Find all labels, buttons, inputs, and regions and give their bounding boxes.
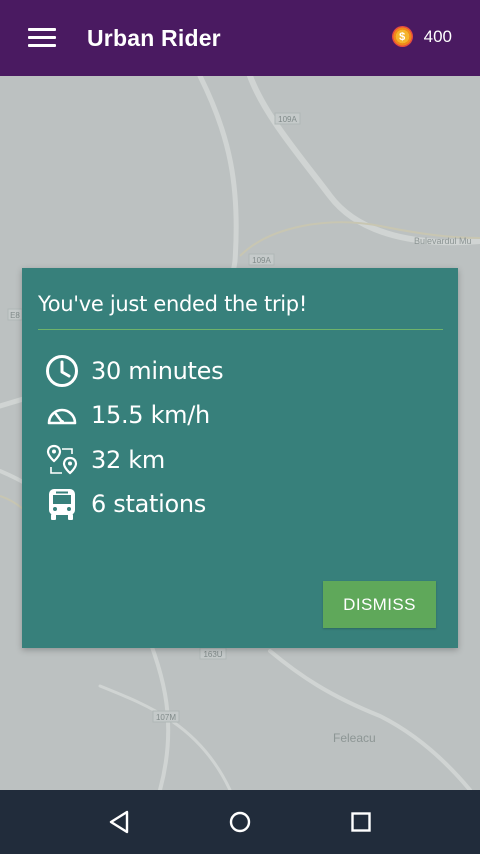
- divider: [38, 329, 443, 330]
- bus-icon: [44, 486, 80, 522]
- system-nav-bar: [0, 790, 480, 854]
- stat-distance: 32 km: [44, 440, 165, 480]
- trip-ended-dialog: You've just ended the trip! 30 minutes 1…: [22, 268, 458, 648]
- recents-icon[interactable]: [341, 802, 381, 842]
- stat-value: 30 minutes: [91, 357, 224, 385]
- stat-value: 6 stations: [91, 490, 206, 518]
- route-pins-icon: [44, 442, 80, 478]
- home-icon[interactable]: [220, 802, 260, 842]
- dialog-title: You've just ended the trip!: [38, 292, 307, 316]
- clock-icon: [44, 353, 80, 389]
- app-bar: Urban Rider $ 400: [0, 0, 480, 76]
- dismiss-button[interactable]: DISMISS: [323, 581, 436, 628]
- coin-icon: $: [391, 26, 413, 47]
- stat-speed: 15.5 km/h: [44, 395, 210, 435]
- speedometer-icon: [44, 397, 80, 433]
- stat-value: 32 km: [91, 446, 165, 474]
- menu-icon[interactable]: [28, 28, 56, 48]
- back-icon[interactable]: [99, 802, 139, 842]
- stat-value: 15.5 km/h: [91, 401, 210, 429]
- coin-balance: $ 400: [391, 26, 452, 47]
- stat-stations: 6 stations: [44, 484, 206, 524]
- stat-duration: 30 minutes: [44, 351, 224, 391]
- coin-count: 400: [423, 26, 452, 46]
- app-title: Urban Rider: [87, 24, 221, 51]
